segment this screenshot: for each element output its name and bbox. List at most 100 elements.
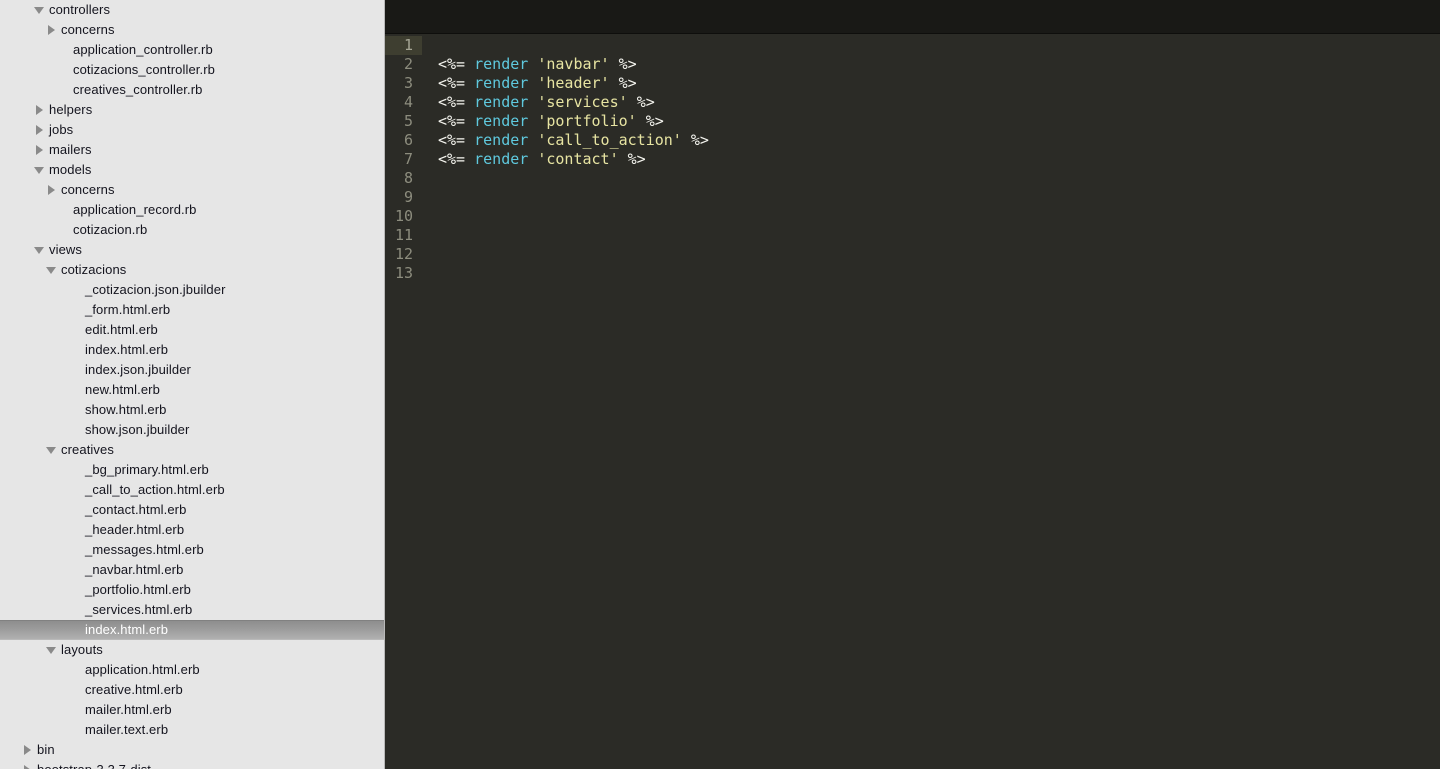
tree-folder-cotizacions[interactable]: cotizacions [0, 260, 384, 280]
chevron-down-icon[interactable] [34, 160, 47, 180]
file-tree-list[interactable]: controllers concerns application_controlle… [0, 0, 384, 769]
code-line[interactable] [438, 245, 1440, 264]
chevron-right-icon[interactable] [34, 140, 47, 160]
chevron-right-icon[interactable] [22, 760, 35, 769]
line-number: 3 [403, 74, 413, 92]
code-line[interactable] [438, 264, 1440, 283]
code-token-string: 'header' [537, 74, 610, 92]
tree-file-index.html.erb[interactable]: index.html.erb [0, 620, 384, 640]
tree-file-creative.html.erb[interactable]: creative.html.erb [0, 680, 384, 700]
code-line[interactable]: <%= render 'contact' %> [438, 150, 1440, 169]
code-line[interactable]: <%= render 'call_to_action' %> [438, 131, 1440, 150]
file-spacer-icon [70, 560, 83, 580]
tree-folder-bin[interactable]: bin [0, 740, 384, 760]
tree-folder-layouts[interactable]: layouts [0, 640, 384, 660]
tree-file-_bg_primary.html.erb[interactable]: _bg_primary.html.erb [0, 460, 384, 480]
code-token-kw: render [474, 74, 529, 92]
tree-file-_portfolio.html.erb[interactable]: _portfolio.html.erb [0, 580, 384, 600]
tree-folder-creatives[interactable]: creatives [0, 440, 384, 460]
tree-item-label: _messages.html.erb [85, 542, 204, 557]
tree-folder-jobs[interactable]: jobs [0, 120, 384, 140]
chevron-right-icon[interactable] [34, 120, 47, 140]
chevron-right-icon[interactable] [22, 740, 35, 760]
tree-file-_header.html.erb[interactable]: _header.html.erb [0, 520, 384, 540]
code-line[interactable] [438, 169, 1440, 188]
tree-file-_navbar.html.erb[interactable]: _navbar.html.erb [0, 560, 384, 580]
file-spacer-icon [70, 620, 83, 640]
code-line[interactable]: <%= render 'navbar' %> [438, 55, 1440, 74]
tree-file-_messages.html.erb[interactable]: _messages.html.erb [0, 540, 384, 560]
tree-file-mailer.html.erb[interactable]: mailer.html.erb [0, 700, 384, 720]
chevron-right-icon[interactable] [46, 20, 59, 40]
tree-item-label: _contact.html.erb [85, 502, 187, 517]
chevron-down-icon[interactable] [34, 0, 47, 20]
code-token-string: 'portfolio' [537, 112, 637, 130]
tree-file-index.json.jbuilder[interactable]: index.json.jbuilder [0, 360, 384, 380]
chevron-down-icon[interactable] [46, 640, 59, 660]
tree-folder-controllers[interactable]: controllers [0, 0, 384, 20]
code-area[interactable]: 1 2 3 4 5 6 7 8 9 10 11 12 13 <%= render 'navbar' %>… [385, 34, 1440, 769]
code-line[interactable] [438, 188, 1440, 207]
code-line[interactable]: <%= render 'portfolio' %> [438, 112, 1440, 131]
code-line[interactable]: <%= render 'services' %> [438, 93, 1440, 112]
chevron-down-icon[interactable] [46, 440, 59, 460]
tree-file-new.html.erb[interactable]: new.html.erb [0, 380, 384, 400]
code-line[interactable] [438, 207, 1440, 226]
tree-folder-views[interactable]: views [0, 240, 384, 260]
chevron-right-icon[interactable] [46, 180, 59, 200]
tree-file-show.html.erb[interactable]: show.html.erb [0, 400, 384, 420]
chevron-right-icon[interactable] [34, 100, 47, 120]
tree-file-_call_to_action.html.erb[interactable]: _call_to_action.html.erb [0, 480, 384, 500]
code-line[interactable]: <%= render 'header' %> [438, 74, 1440, 93]
line-number: 5 [403, 112, 413, 130]
tree-item-label: application_controller.rb [73, 42, 213, 57]
tree-file-index.html.erb[interactable]: index.html.erb [0, 340, 384, 360]
tree-item-label: index.html.erb [85, 622, 169, 637]
tree-file-_cotizacion.json.jbuilder[interactable]: _cotizacion.json.jbuilder [0, 280, 384, 300]
tree-file-creatives_controller.rb[interactable]: creatives_controller.rb [0, 80, 384, 100]
tree-folder-models[interactable]: models [0, 160, 384, 180]
tree-item-label: application_record.rb [73, 202, 197, 217]
file-spacer-icon [70, 360, 83, 380]
tree-file-application_controller.rb[interactable]: application_controller.rb [0, 40, 384, 60]
tree-file-cotizacion.rb[interactable]: cotizacion.rb [0, 220, 384, 240]
tree-folder-mailers[interactable]: mailers [0, 140, 384, 160]
code-line[interactable] [438, 226, 1440, 245]
tree-item-label: _navbar.html.erb [85, 562, 184, 577]
tree-folder-concerns[interactable]: concerns [0, 20, 384, 40]
tree-file-edit.html.erb[interactable]: edit.html.erb [0, 320, 384, 340]
line-number-gutter: 1 2 3 4 5 6 7 8 9 10 11 12 13 [385, 34, 422, 769]
code-token-erb: <%= [438, 112, 466, 130]
file-spacer-icon [70, 480, 83, 500]
tree-item-label: bootstrap-3.3.7-dist [35, 760, 151, 769]
tree-folder-helpers[interactable]: helpers [0, 100, 384, 120]
file-spacer-icon [70, 300, 83, 320]
tree-file-_services.html.erb[interactable]: _services.html.erb [0, 600, 384, 620]
tree-file-application_record.rb[interactable]: application_record.rb [0, 200, 384, 220]
chevron-down-icon[interactable] [34, 240, 47, 260]
tree-file-_form.html.erb[interactable]: _form.html.erb [0, 300, 384, 320]
tree-file-mailer.text.erb[interactable]: mailer.text.erb [0, 720, 384, 740]
tree-file-show.json.jbuilder[interactable]: show.json.jbuilder [0, 420, 384, 440]
code-token-kw: render [474, 93, 529, 111]
code-text-area[interactable]: <%= render 'navbar' %> <%= render 'header… [422, 34, 1440, 769]
tree-file-cotizacions_controller.rb[interactable]: cotizacions_controller.rb [0, 60, 384, 80]
tree-folder-bootstrap-3.3.7-dist[interactable]: bootstrap-3.3.7-dist [0, 760, 384, 769]
tree-item-label: show.json.jbuilder [85, 422, 190, 437]
tree-file-_contact.html.erb[interactable]: _contact.html.erb [0, 500, 384, 520]
tree-folder-concerns[interactable]: concerns [0, 180, 384, 200]
tree-item-label: _form.html.erb [85, 302, 171, 317]
line-number: 4 [403, 93, 413, 111]
chevron-down-icon[interactable] [46, 260, 59, 280]
line-number: 13 [394, 264, 413, 282]
code-line[interactable] [438, 36, 1440, 55]
tree-file-application.html.erb[interactable]: application.html.erb [0, 660, 384, 680]
file-spacer-icon [58, 40, 71, 60]
file-tree-sidebar[interactable]: controllers concerns application_controlle… [0, 0, 385, 769]
